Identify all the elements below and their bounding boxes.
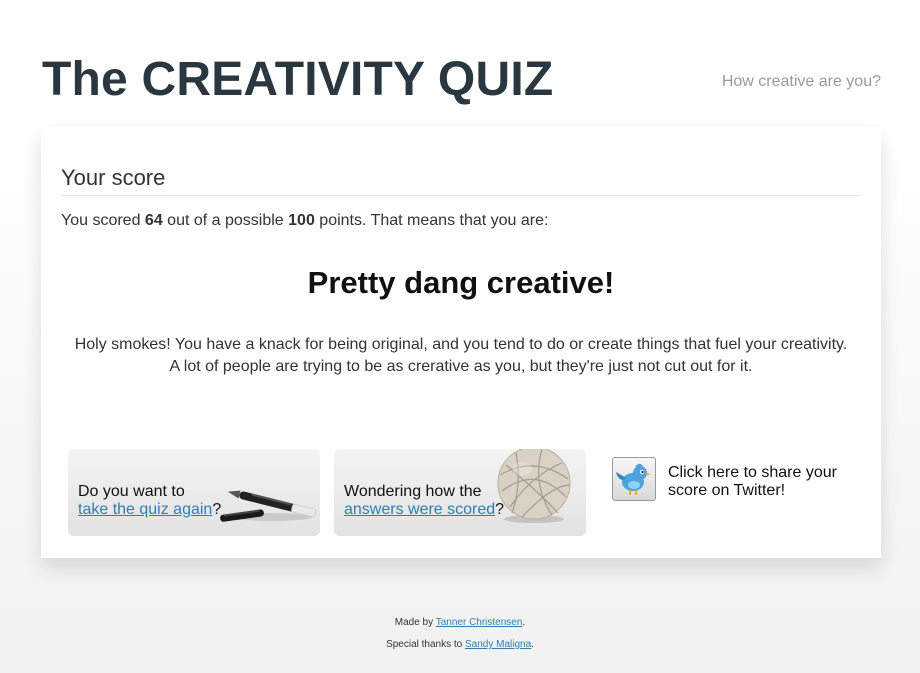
retake-quiz-tile: Do you want to take the quiz again?	[68, 449, 320, 536]
scoring-info-text: Wondering how the answers were scored?	[344, 483, 504, 519]
footer-credit: Made by Tanner Christensen.	[0, 617, 920, 628]
result-description: Holy smokes! You have a knack for being …	[61, 334, 861, 378]
twitter-share[interactable]: Click here to share your score on Twitte…	[612, 457, 852, 507]
score-value: 64	[144, 212, 163, 229]
footer-made-by-prefix: Made by	[394, 617, 436, 628]
retake-quiz-text: Do you want to take the quiz again?	[78, 483, 221, 519]
pen-icon	[220, 490, 317, 522]
score-prefix: You scored	[61, 212, 145, 229]
author-link[interactable]: Tanner Christensen	[436, 617, 523, 628]
footer-made-by-suffix: .	[522, 617, 526, 628]
result-card: Your score You scored 64 out of a possib…	[41, 127, 881, 558]
section-title: Your score	[61, 165, 861, 196]
score-suffix: points. That means that you are:	[314, 212, 549, 229]
score-line: You scored 64 out of a possible 100 poin…	[61, 212, 548, 230]
site-title: The CREATIVITY QUIZ	[42, 53, 554, 106]
thanks-link[interactable]: Sandy Maligna	[465, 639, 531, 650]
max-score-value: 100	[288, 212, 315, 229]
result-description-line-2: A lot of people are trying to be as crer…	[169, 358, 753, 375]
twitter-share-text[interactable]: Click here to share your score on Twitte…	[668, 464, 868, 500]
footer-thanks: Special thanks to Sandy Maligna.	[0, 639, 920, 650]
retake-quiz-suffix: ?	[212, 501, 222, 518]
retake-quiz-prefix: Do you want to	[78, 483, 185, 500]
footer-thanks-suffix: .	[531, 639, 534, 650]
result-headline: Pretty dang creative!	[307, 265, 615, 300]
twitter-bird-icon[interactable]	[612, 457, 656, 501]
footer-thanks-prefix: Special thanks to	[386, 639, 465, 650]
scoring-info-link[interactable]: answers were scored	[344, 501, 495, 518]
scoring-info-suffix: ?	[495, 501, 505, 518]
scoring-info-tile: Wondering how the answers were scored?	[334, 449, 586, 536]
score-middle: out of a possible	[162, 212, 289, 229]
result-description-line-1: Holy smokes! You have a knack for being …	[74, 336, 848, 353]
retake-quiz-link[interactable]: take the quiz again	[78, 501, 212, 518]
scoring-info-prefix: Wondering how the	[344, 483, 482, 500]
site-tagline: How creative are you?	[721, 73, 881, 90]
yarn-ball-icon	[497, 449, 571, 523]
